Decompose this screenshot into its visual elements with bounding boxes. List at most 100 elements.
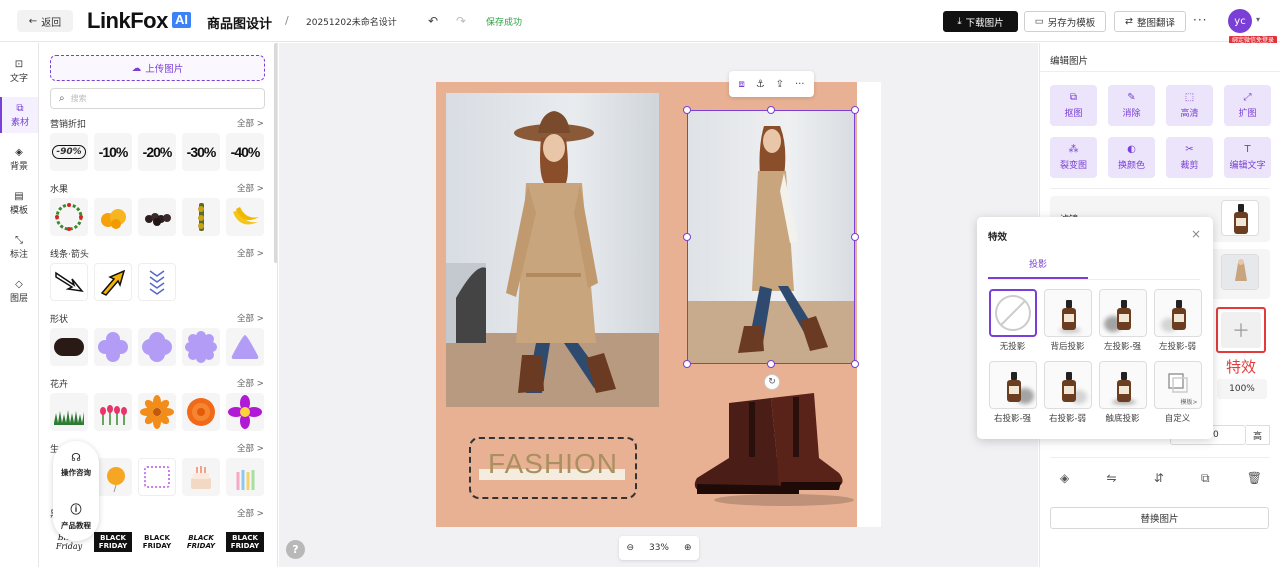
shape-tile[interactable] [138,328,176,366]
see-all-link[interactable]: 全部 > [237,377,264,389]
download-button[interactable]: ⤓ 下载图片 [943,11,1018,32]
shadow-option-right-strong[interactable]: 右投影-强 [985,361,1040,424]
shape-tile[interactable] [94,328,132,366]
flower-tile[interactable] [94,393,132,431]
replace-image-button[interactable]: 替换图片 [1050,507,1269,529]
cutout-button[interactable]: ⧉ 抠图 [1050,85,1097,126]
resize-handle[interactable] [851,106,859,114]
image-thumbnail[interactable] [1221,254,1259,290]
flip-horizontal-icon[interactable]: ⇋ [1106,471,1116,486]
material-tile[interactable] [226,458,264,496]
fruit-wreath-tile[interactable] [50,198,88,236]
redo-icon[interactable]: ↷ [456,14,466,28]
fruit-tile[interactable] [138,198,176,236]
opacity-value[interactable]: 100% [1217,379,1267,399]
resize-handle[interactable] [767,360,775,368]
close-icon[interactable]: × [1191,227,1201,241]
rail-item-text[interactable]: ⊡ 文字 [0,53,38,89]
upload-icon[interactable]: ⇪ [776,79,784,90]
rail-item-template[interactable]: ▤ 模板 [0,185,38,221]
arrow-tile[interactable] [50,263,88,301]
material-tile[interactable]: BLACK FRIDAY [226,523,264,561]
resize-handle[interactable] [683,106,691,114]
duplicate-icon[interactable]: ⧉ [1201,471,1210,486]
layers-icon[interactable]: ◈ [1060,471,1069,486]
rail-item-annotation[interactable]: ⤡ 标注 [0,229,38,265]
zoom-out-icon[interactable]: ⊖ [626,543,634,553]
consult-button[interactable]: ☊ 操作咨询 [53,451,99,478]
undo-icon[interactable]: ↶ [428,14,438,28]
rail-item-layers[interactable]: ◇ 图层 [0,273,38,309]
shadow-option-left-strong[interactable]: 左投影-强 [1095,289,1150,352]
model-photo-left[interactable] [446,93,659,407]
shadow-option-behind[interactable]: 背后投影 [1040,289,1095,352]
canvas-area[interactable]: ↻ ⧈ ⚓ ⇪ ··· FASHION ⊖ 33% ⊕ ? [279,43,1038,567]
delete-icon[interactable]: 🗑 [1247,471,1262,486]
fashion-text[interactable]: FASHION [469,448,637,480]
flower-tile[interactable] [182,393,220,431]
arrow-tile[interactable] [94,263,132,301]
filter-thumbnail[interactable] [1221,200,1259,236]
material-tile[interactable]: BLACK FRIDAY [138,523,176,561]
material-tile[interactable]: BLACK FRIDAY [94,523,132,561]
see-all-link[interactable]: 全部 > [237,247,264,259]
resize-handle[interactable] [851,360,859,368]
zoom-in-icon[interactable]: ⊕ [684,543,692,553]
flower-tile[interactable] [138,393,176,431]
resize-handle[interactable] [683,360,691,368]
material-tile[interactable]: -30% [182,133,220,171]
fruit-tile[interactable] [94,198,132,236]
hd-button[interactable]: ⬚ 高清 [1166,85,1213,126]
document-name[interactable]: 20251202未命名设计 [306,15,397,28]
shape-tile[interactable] [182,328,220,366]
shadow-option-none[interactable]: 无投影 [985,289,1040,352]
ai-select-icon[interactable]: ⧈ [738,79,744,90]
shadow-option-custom[interactable]: 模板> 自定义 [1150,361,1205,424]
zoom-level[interactable]: 33% [649,543,669,553]
see-all-link[interactable]: 全部 > [237,117,264,129]
material-tile[interactable]: -20% [138,133,176,171]
flower-tile[interactable] [226,393,264,431]
edit-text-button[interactable]: T 编辑文字 [1224,137,1271,178]
resize-handle[interactable] [683,233,691,241]
erase-button[interactable]: ✎ 消除 [1108,85,1155,126]
upload-image-button[interactable]: ☁ 上传图片 [50,55,265,81]
tutorial-button[interactable]: ⓘ 产品教程 [53,501,99,531]
arrow-tile[interactable] [138,263,176,301]
material-tile[interactable] [138,458,176,496]
anchor-icon[interactable]: ⚓ [756,79,765,90]
boots-image[interactable] [689,388,859,508]
add-effect-button[interactable]: ＋ [1221,312,1261,348]
more-menu-button[interactable]: ··· [1193,13,1207,27]
see-all-link[interactable]: 全部 > [237,182,264,194]
search-input[interactable]: ⌕ 搜索 [50,88,265,109]
material-tile[interactable]: -40% [226,133,264,171]
shape-tile[interactable] [226,328,264,366]
tab-shadow[interactable]: 投影 [1029,257,1047,270]
see-all-link[interactable]: 全部 > [237,507,264,519]
material-tile[interactable]: -10% [94,133,132,171]
material-tile[interactable]: -90% [50,133,88,171]
panel-scrollbar[interactable] [274,43,277,263]
variation-button[interactable]: ⁂ 裂变图 [1050,137,1097,178]
resize-handle[interactable] [767,106,775,114]
shadow-option-contact[interactable]: 触底投影 [1095,361,1150,424]
see-all-link[interactable]: 全部 > [237,442,264,454]
fruit-tile[interactable] [182,198,220,236]
recolor-button[interactable]: ◐ 换颜色 [1108,137,1155,178]
see-all-link[interactable]: 全部 > [237,312,264,324]
material-tile[interactable] [94,458,132,496]
rail-item-material[interactable]: ⧉ 素材 [0,97,38,133]
shape-tile[interactable] [50,328,88,366]
fruit-tile[interactable] [226,198,264,236]
back-button[interactable]: ← 返回 [17,10,73,32]
selection-box[interactable] [687,110,855,364]
material-tile[interactable] [182,458,220,496]
translate-button[interactable]: ⇄ 整图翻译 [1114,11,1186,32]
shadow-option-right-weak[interactable]: 右投影-弱 [1040,361,1095,424]
save-as-template-button[interactable]: ▭ 另存为模板 [1024,11,1106,32]
resize-handle[interactable] [851,233,859,241]
rail-item-background[interactable]: ◈ 背景 [0,141,38,177]
chevron-down-icon[interactable]: ▾ [1256,15,1260,24]
custom-template-link[interactable]: 模板> [1180,397,1197,406]
